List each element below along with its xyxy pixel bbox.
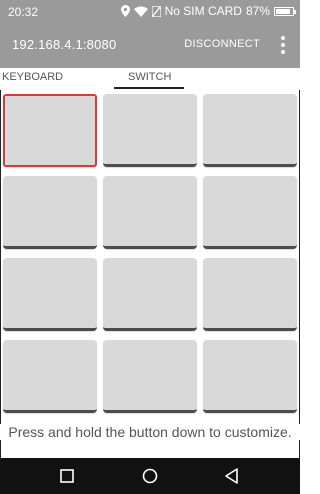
switch-button[interactable]	[203, 176, 297, 249]
wifi-icon	[133, 6, 148, 17]
tab-keyboard[interactable]: KEYBOARD	[2, 71, 63, 83]
recents-button[interactable]	[47, 458, 87, 494]
carrier-text: No SIM CARD	[164, 4, 242, 18]
switch-button[interactable]	[103, 340, 197, 413]
navigation-bar	[0, 458, 300, 494]
disconnect-button[interactable]: DISCONNECT	[184, 38, 260, 50]
status-bar: 20:32 No SIM CARD 87%	[0, 0, 300, 24]
switch-button[interactable]	[103, 94, 197, 167]
home-icon	[142, 468, 158, 484]
status-time: 20:32	[8, 5, 39, 19]
switch-button[interactable]	[3, 258, 97, 331]
tab-bar: KEYBOARD SWITCH	[0, 68, 300, 90]
switch-button[interactable]	[3, 340, 97, 413]
switch-button-grid	[3, 94, 297, 413]
help-text: Press and hold the button down to custom…	[0, 424, 300, 440]
switch-button[interactable]	[3, 94, 97, 167]
no-sim-icon	[151, 5, 161, 17]
connection-address: 192.168.4.1:8080	[12, 37, 117, 52]
switch-button[interactable]	[103, 258, 197, 331]
location-icon	[120, 5, 130, 17]
switch-button[interactable]	[3, 176, 97, 249]
active-tab-indicator	[114, 87, 184, 89]
tab-switch[interactable]: SWITCH	[128, 71, 171, 83]
switch-button[interactable]	[103, 176, 197, 249]
back-icon	[225, 468, 238, 484]
back-button[interactable]	[212, 458, 252, 494]
switch-button[interactable]	[203, 258, 297, 331]
switch-button[interactable]	[203, 94, 297, 167]
battery-icon	[274, 6, 296, 16]
home-button[interactable]	[130, 458, 170, 494]
battery-percent: 87%	[245, 4, 270, 18]
app-bar: 192.168.4.1:8080 DISCONNECT	[0, 24, 300, 68]
recents-icon	[60, 469, 74, 483]
status-icons: No SIM CARD 87%	[120, 4, 296, 18]
switch-button[interactable]	[203, 340, 297, 413]
more-vert-icon[interactable]	[280, 35, 286, 55]
